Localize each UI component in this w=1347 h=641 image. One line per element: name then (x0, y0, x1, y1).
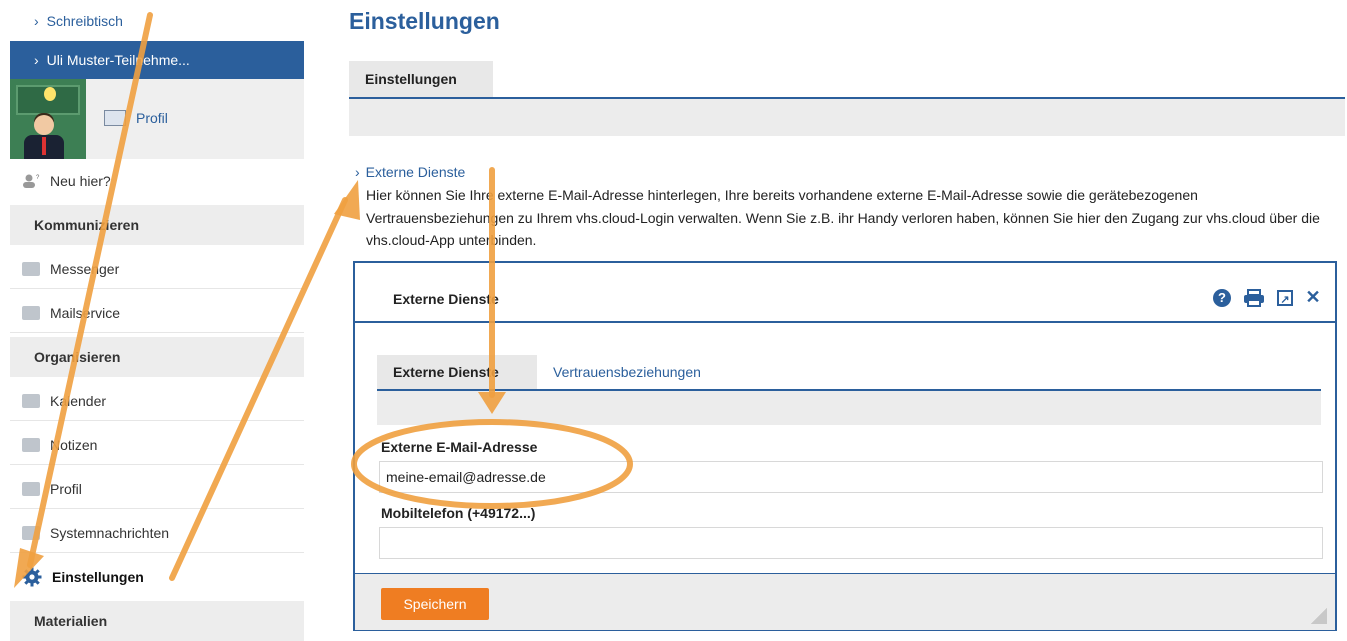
sidebar-item-label: Kalender (50, 392, 107, 409)
profile-link[interactable]: Profil (104, 110, 168, 126)
profile-link-label: Profil (136, 110, 168, 126)
help-icon[interactable]: ? (1213, 288, 1231, 307)
sidebar-item-label: Einstellungen (52, 569, 144, 585)
annotation-arrowhead-up (334, 180, 360, 220)
external-services-link-label: Externe Dienste (365, 164, 466, 180)
chevron-right-icon: › (34, 13, 39, 29)
sidebar-item-system-messages[interactable]: Systemnachrichten (10, 513, 304, 553)
profile-icon (22, 481, 40, 496)
description-text: Hier können Sie Ihre externe E-Mail-Adre… (366, 187, 1320, 248)
sidebar: › Schreibtisch › Uli Muster-Teilnehme... P… (10, 0, 304, 641)
mobile-field[interactable] (379, 527, 1323, 559)
section-communicate: Kommunizieren (10, 205, 304, 245)
sidebar-item-notes[interactable]: Notizen (10, 425, 304, 465)
sidebar-active-user[interactable]: › Uli Muster-Teilnehme... (10, 41, 304, 79)
sidebar-item-mailservice[interactable]: Mailservice (10, 293, 304, 333)
profile-card-icon (104, 110, 126, 126)
tab-settings[interactable]: Einstellungen (349, 61, 493, 97)
section-materials: Materialien (10, 601, 304, 641)
dialog-tabs: Externe Dienste Vertrauensbeziehungen (377, 355, 1321, 391)
active-user-name: Uli Muster-Teilnehme... (46, 52, 190, 68)
user-plus-icon: ? (23, 174, 40, 188)
resize-handle[interactable] (1311, 608, 1327, 624)
avatar[interactable] (10, 79, 86, 159)
sidebar-link-schreibtisch[interactable]: › Schreibtisch (10, 2, 304, 40)
tab-external-services[interactable]: Externe Dienste (377, 355, 537, 389)
dialog-title: Externe Dienste (393, 291, 499, 307)
email-field[interactable] (379, 461, 1323, 493)
sidebar-item-label: Systemnachrichten (50, 524, 170, 541)
calendar-icon (22, 393, 40, 408)
mobile-label: Mobiltelefon (+49172...) (381, 505, 536, 521)
page-title: Einstellungen (349, 8, 500, 34)
sidebar-item-calendar[interactable]: Kalender (10, 381, 304, 421)
sidebar-item-label: Mailservice (50, 304, 121, 321)
sidebar-item-label: Messenger (50, 260, 120, 277)
chevron-right-icon: › (34, 52, 39, 68)
messenger-icon (22, 261, 40, 276)
dialog-tab-strip (377, 391, 1321, 425)
email-label: Externe E-Mail-Adresse (381, 439, 538, 455)
sidebar-item-label: Notizen (50, 436, 98, 453)
sidebar-item-settings[interactable]: Einstellungen (10, 557, 304, 597)
dialog-header: Externe Dienste ? ↗ ✕ (355, 263, 1335, 323)
sidebar-item-label: Neu hier? (50, 173, 111, 189)
svg-text:?: ? (36, 175, 40, 181)
sidebar-item-messenger[interactable]: Messenger (10, 249, 304, 289)
dialog-footer: Speichern (355, 573, 1335, 630)
system-message-icon (22, 525, 40, 540)
tab-trust-relations[interactable]: Vertrauensbeziehungen (553, 355, 701, 389)
print-icon[interactable] (1243, 288, 1265, 307)
save-button[interactable]: Speichern (381, 588, 489, 620)
external-services-dialog: Externe Dienste ? ↗ ✕ Externe Dienste Ve… (353, 261, 1337, 631)
popout-icon[interactable]: ↗ (1277, 289, 1293, 306)
profile-area: Profil (10, 79, 304, 159)
sidebar-link-label: Schreibtisch (46, 13, 123, 29)
notes-icon (22, 437, 40, 452)
sidebar-item-label: Profil (50, 480, 82, 497)
close-icon[interactable]: ✕ (1305, 287, 1321, 308)
main-tabbar: Einstellungen (349, 61, 1345, 99)
tab-toolbar-strip (349, 99, 1345, 136)
external-services-link[interactable]: › Externe Dienste (355, 164, 465, 180)
gear-icon (22, 567, 42, 587)
sidebar-item-new-here[interactable]: ? Neu hier? (10, 161, 304, 201)
sidebar-item-profile[interactable]: Profil (10, 469, 304, 509)
section-organize: Organisieren (10, 337, 304, 377)
mail-icon (22, 305, 40, 320)
chevron-right-icon: › (355, 164, 360, 180)
dialog-toolbar: ? ↗ ✕ (1213, 287, 1321, 308)
